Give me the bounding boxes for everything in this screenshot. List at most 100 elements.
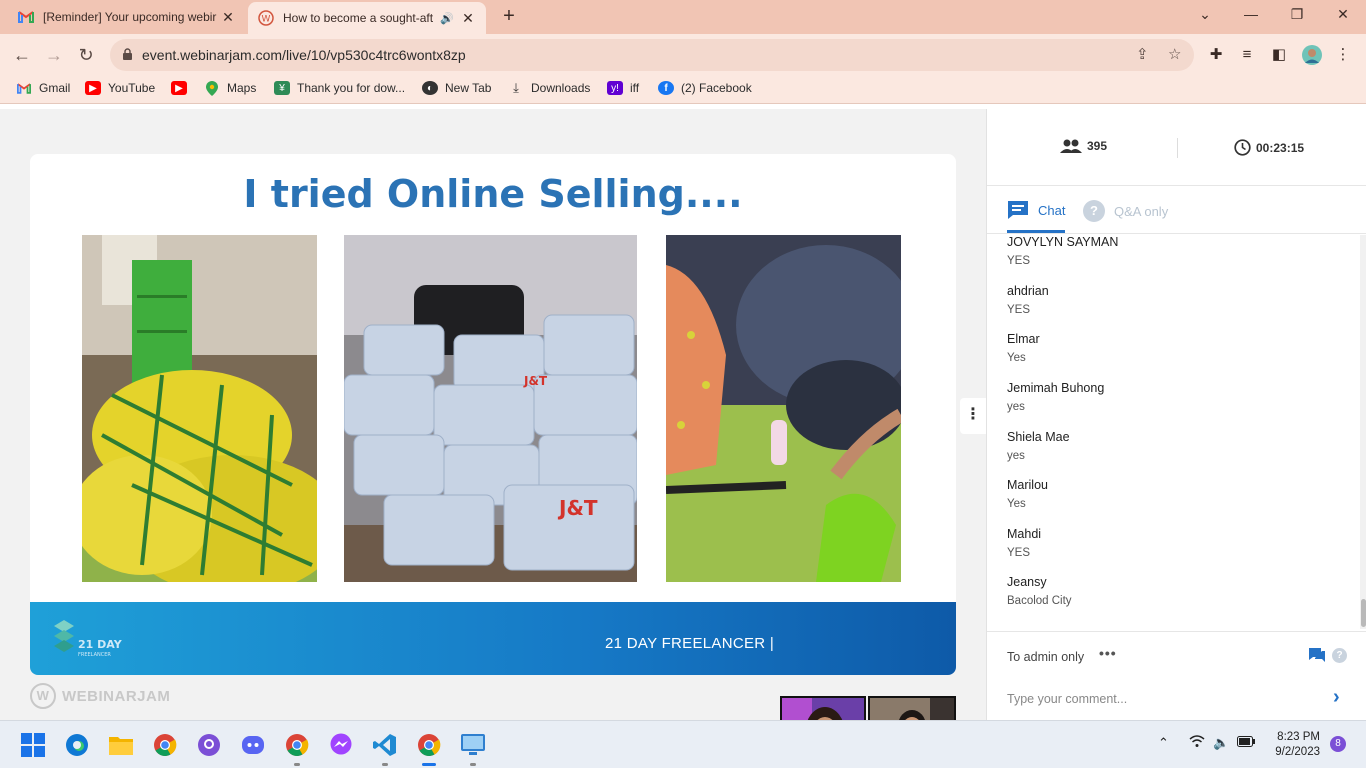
message-text: YES	[1007, 547, 1031, 559]
chrome-active-icon[interactable]	[416, 732, 442, 758]
media-queue-icon[interactable]: ≡	[1237, 45, 1257, 65]
message-text: yes	[1007, 450, 1025, 462]
question-icon: ?	[1083, 200, 1105, 222]
download-site-icon: ¥	[274, 81, 290, 95]
svg-text:J&T: J&T	[523, 374, 548, 388]
bookmark-youtube[interactable]: ▶ YouTube	[85, 81, 155, 95]
vscode-icon[interactable]	[372, 732, 398, 758]
help-icon[interactable]: ?	[1332, 648, 1347, 663]
message-text: YES	[1007, 304, 1031, 316]
running-indicator	[382, 763, 388, 766]
svg-text:FREELANCER: FREELANCER	[78, 652, 111, 658]
github-desktop-icon[interactable]	[196, 732, 222, 758]
webinarjam-icon: W	[258, 10, 274, 26]
yahoo-icon: y!	[607, 81, 623, 95]
profile-avatar[interactable]	[1302, 45, 1322, 65]
restore-button[interactable]: ❐	[1274, 0, 1320, 30]
send-arrow-icon[interactable]: ›	[1333, 686, 1340, 709]
tab-strip: [Reminder] Your upcoming webir ✕ W How t…	[0, 0, 1366, 34]
chat-icon	[1008, 201, 1028, 219]
chat-message: Marilou Yes	[1007, 478, 1048, 510]
close-icon[interactable]: ✕	[460, 10, 476, 27]
gmail-icon	[16, 81, 32, 95]
edge-icon[interactable]	[64, 732, 90, 758]
bookmark-youtube-2[interactable]: ▶	[171, 81, 194, 95]
slide: I tried Online Selling.... J&T J&T 21 DA…	[30, 154, 956, 675]
share-icon[interactable]: ⇪	[1136, 45, 1149, 63]
chat-message: JOVYLYN SAYMAN YES	[1007, 235, 1118, 267]
bookmark-maps[interactable]: Maps	[204, 80, 256, 96]
url-text: event.webinarjam.com/live/10/vp530c4trc6…	[142, 47, 466, 63]
tab-chat[interactable]: Chat	[1007, 200, 1065, 220]
sender-name: Jemimah Buhong	[1007, 381, 1105, 395]
tab-qa-only[interactable]: ? Q&A only	[1083, 200, 1168, 222]
running-indicator	[470, 763, 476, 766]
volume-icon[interactable]: 🔈	[1213, 735, 1229, 751]
scrollbar-thumb[interactable]	[1361, 599, 1366, 627]
bookmark-star-icon[interactable]: ☆	[1168, 45, 1181, 63]
svg-text:W: W	[262, 15, 271, 25]
close-window-button[interactable]: ✕	[1320, 0, 1366, 30]
active-indicator	[422, 763, 436, 766]
browser-tab-gmail[interactable]: [Reminder] Your upcoming webir ✕	[8, 0, 246, 34]
chrome-profile-icon[interactable]	[284, 732, 310, 758]
panel-options-icon[interactable]: ⋮	[960, 398, 986, 434]
message-text: Bacolod City	[1007, 595, 1072, 607]
bookmark-gmail[interactable]: Gmail	[16, 81, 70, 95]
message-text: Yes	[1007, 498, 1026, 510]
active-tab-indicator	[1007, 230, 1065, 233]
address-bar[interactable]: event.webinarjam.com/live/10/vp530c4trc6…	[110, 39, 1194, 71]
extensions-icon[interactable]: ✚	[1206, 45, 1226, 65]
bookmark-thank-you[interactable]: ¥ Thank you for dow...	[274, 81, 405, 95]
messenger-icon[interactable]	[328, 732, 354, 758]
chat-messages[interactable]: JOVYLYN SAYMAN YES ahdrian YES Elmar Yes…	[987, 235, 1359, 629]
chat-bubbles-icon[interactable]	[1309, 648, 1325, 663]
new-tab-button[interactable]: +	[498, 6, 520, 28]
show-hidden-icons-chevron-icon[interactable]: ⌃	[1158, 735, 1169, 751]
windows-taskbar: ⌃ 🔈 8:23 PM 9/2/2023 8	[0, 720, 1366, 768]
bookmark-facebook[interactable]: f (2) Facebook	[658, 81, 752, 95]
minimize-button[interactable]: —	[1228, 0, 1274, 30]
forward-button[interactable]: →	[41, 42, 67, 68]
speaker-icon[interactable]: 🔊	[440, 12, 454, 25]
side-panel-icon[interactable]: ◧	[1269, 45, 1289, 65]
message-text: YES	[1007, 255, 1031, 267]
photo-sorting-clothes	[666, 235, 901, 582]
back-button[interactable]: ←	[9, 42, 35, 68]
sender-name: Marilou	[1007, 478, 1048, 492]
chat-composer: To admin only ••• ? ›	[987, 631, 1366, 720]
battery-icon[interactable]	[1237, 735, 1255, 750]
attendee-count: 395	[1060, 139, 1107, 153]
browser-tab-webinar[interactable]: W How to become a sought-aft 🔊 ✕	[248, 2, 486, 34]
browser-menu-icon[interactable]: ⋮	[1333, 45, 1353, 65]
bookmark-iff[interactable]: y! iff	[607, 81, 639, 95]
photo-clothing-bales	[82, 235, 317, 582]
tab-title: [Reminder] Your upcoming webir	[43, 10, 217, 24]
system-clock[interactable]: 8:23 PM 9/2/2023	[1262, 730, 1320, 760]
clock-icon	[1234, 139, 1251, 156]
session-stats: 395 00:23:15	[987, 109, 1366, 186]
youtube-icon: ▶	[171, 81, 187, 95]
more-options-icon[interactable]: •••	[1099, 645, 1117, 661]
wifi-icon[interactable]	[1189, 735, 1205, 750]
comment-input[interactable]	[1007, 688, 1327, 710]
sender-name: Mahdi	[1007, 527, 1042, 541]
chat-panel: 395 00:23:15 Chat ? Q&A only JOVYLYN SAY…	[986, 109, 1366, 720]
bookmark-new-tab[interactable]: ◐ New Tab	[422, 81, 491, 95]
slide-banner	[30, 602, 956, 675]
file-explorer-icon[interactable]	[108, 732, 134, 758]
gmail-icon	[18, 9, 34, 25]
discord-icon[interactable]	[240, 732, 266, 758]
tab-title: How to become a sought-aft	[283, 11, 434, 25]
bookmark-downloads[interactable]: ⤓ Downloads	[508, 80, 590, 95]
close-icon[interactable]: ✕	[220, 9, 236, 26]
chat-scrollbar[interactable]	[1360, 235, 1366, 629]
remote-desktop-icon[interactable]	[460, 732, 486, 758]
notification-badge[interactable]: 8	[1330, 736, 1346, 752]
sender-name: JOVYLYN SAYMAN	[1007, 235, 1119, 249]
windows-start-icon[interactable]	[20, 732, 46, 758]
tab-search-chevron-icon[interactable]: ⌄	[1182, 0, 1228, 30]
chrome-icon[interactable]	[152, 732, 178, 758]
audience-selector[interactable]: To admin only	[1007, 650, 1084, 664]
reload-button[interactable]: ↻	[73, 42, 99, 68]
